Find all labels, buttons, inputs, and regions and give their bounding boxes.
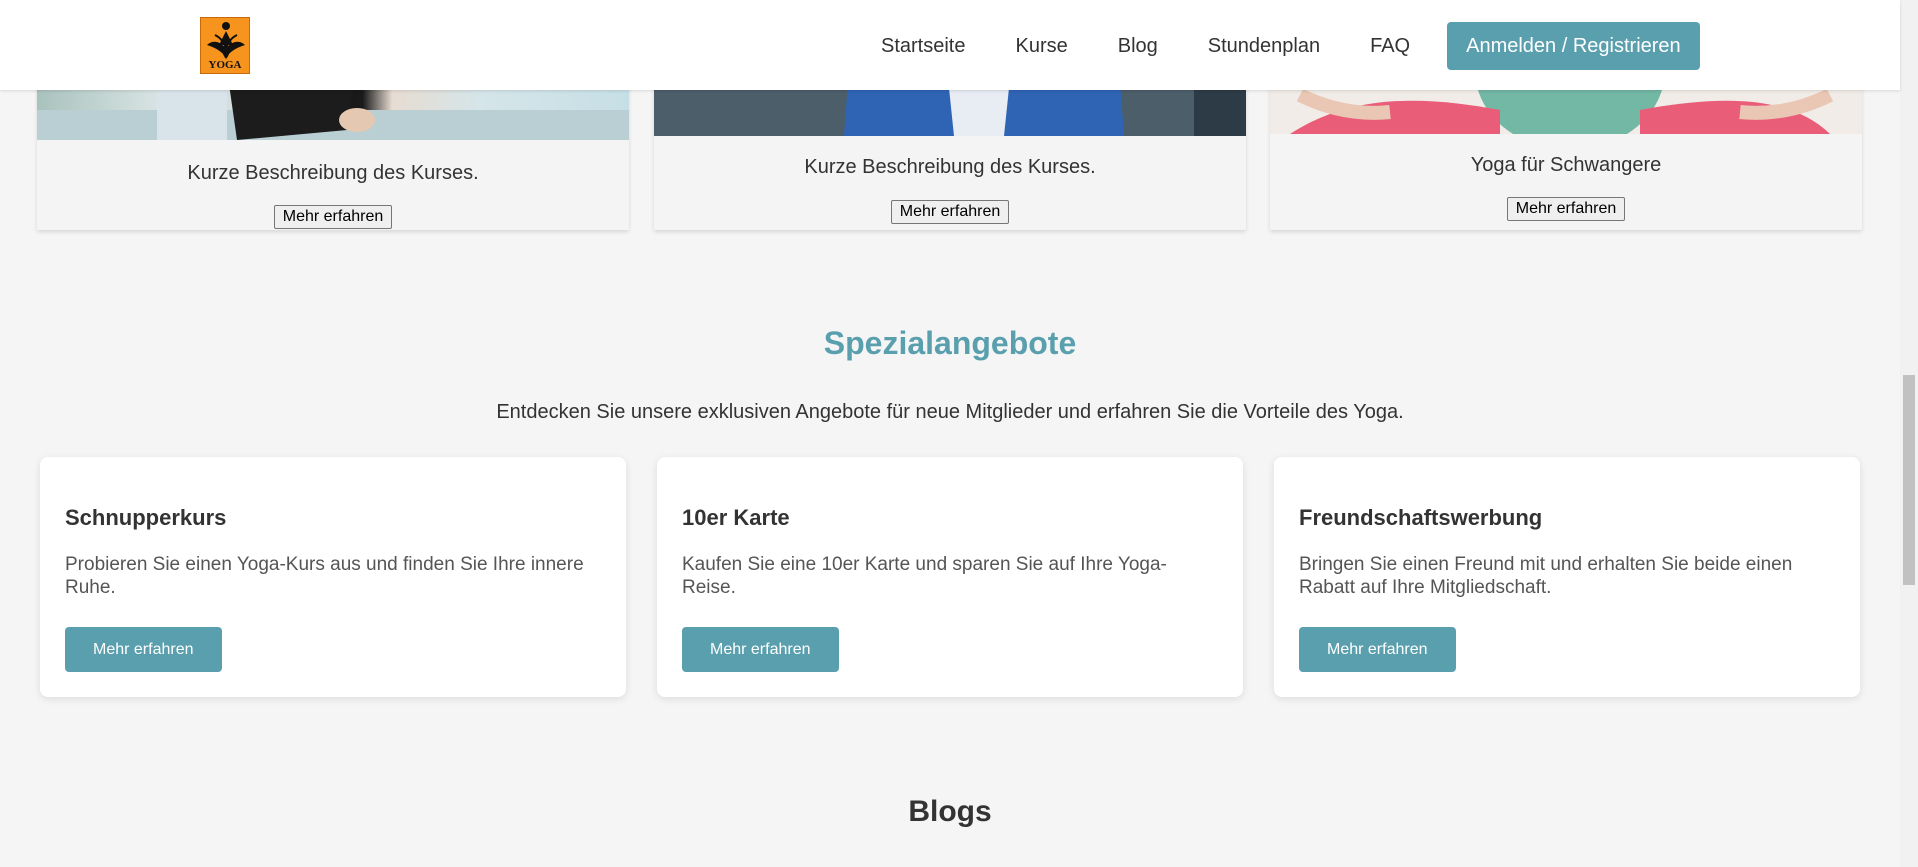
site-header: YOGA Startseite Kurse Blog Stundenplan F…	[0, 0, 1900, 90]
main-nav: Startseite Kurse Blog Stundenplan FAQ An…	[881, 22, 1700, 70]
yoga-logo[interactable]: YOGA	[200, 17, 250, 74]
offer-title: Schnupperkurs	[65, 505, 227, 530]
offer-title: Freundschaftswerbung	[1299, 505, 1543, 530]
nav-faq[interactable]: FAQ	[1370, 35, 1410, 58]
nav-startseite[interactable]: Startseite	[881, 35, 965, 58]
offer-more-button[interactable]: Mehr erfahren	[682, 627, 839, 672]
course-more-button[interactable]: Mehr erfahren	[890, 200, 1010, 224]
page: Kurze Beschreibung des Kurses. Mehr erfa…	[0, 0, 1900, 867]
course-description: Kurze Beschreibung des Kurses.	[804, 156, 1096, 178]
offer-text: Probieren Sie einen Yoga-Kurs aus und fi…	[65, 554, 584, 598]
offer-card-schnupperkurs: Schnupperkurs Probieren Sie einen Yoga-K…	[40, 457, 626, 697]
nav-stundenplan[interactable]: Stundenplan	[1208, 35, 1320, 58]
offer-text: Bringen Sie einen Freund mit und erhalte…	[1299, 554, 1793, 598]
login-register-button[interactable]: Anmelden / Registrieren	[1447, 22, 1700, 70]
specials-title: Spezialangebote	[823, 325, 1077, 361]
offer-card-freundschaftswerbung: Freundschaftswerbung Bringen Sie einen F…	[1274, 457, 1860, 697]
blogs-title: Blogs	[908, 795, 992, 828]
course-description: Yoga für Schwangere	[1470, 154, 1662, 176]
specials-subtitle: Entdecken Sie unsere exklusiven Angebote…	[496, 401, 1404, 423]
course-more-button[interactable]: Mehr erfahren	[1506, 197, 1626, 221]
scrollbar[interactable]	[1900, 0, 1918, 867]
viewport: Kurze Beschreibung des Kurses. Mehr erfa…	[0, 0, 1918, 867]
course-more-button[interactable]: Mehr erfahren	[273, 205, 393, 229]
offer-card-10er-karte: 10er Karte Kaufen Sie eine 10er Karte un…	[657, 457, 1243, 697]
offer-more-button[interactable]: Mehr erfahren	[65, 627, 222, 672]
scrollbar-thumb[interactable]	[1903, 375, 1915, 585]
course-description: Kurze Beschreibung des Kurses.	[187, 162, 479, 184]
offer-title: 10er Karte	[682, 505, 790, 530]
lotus-figure-icon	[207, 22, 245, 59]
offer-text: Kaufen Sie eine 10er Karte und sparen Si…	[682, 554, 1167, 598]
nav-kurse[interactable]: Kurse	[1015, 35, 1067, 58]
nav-blog[interactable]: Blog	[1118, 35, 1158, 58]
offer-more-button[interactable]: Mehr erfahren	[1299, 627, 1456, 672]
logo-text: YOGA	[208, 59, 242, 71]
